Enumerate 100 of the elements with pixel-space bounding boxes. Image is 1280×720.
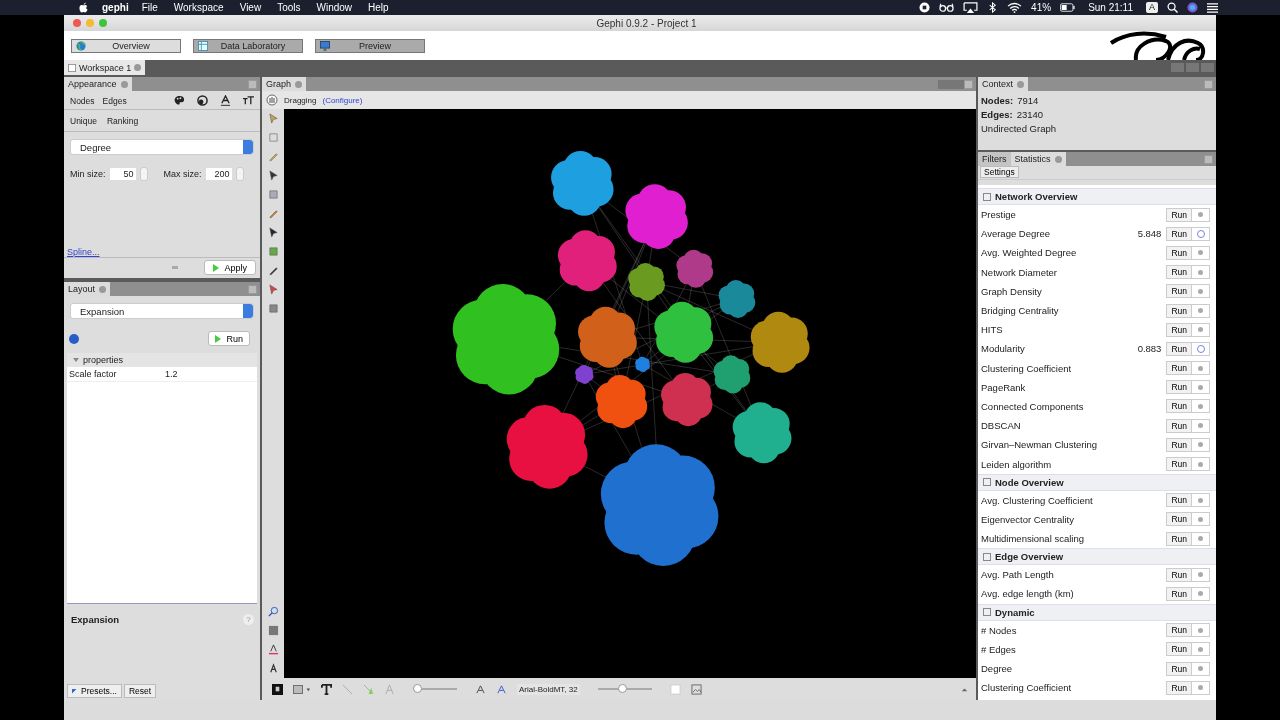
airplay-icon[interactable]	[963, 2, 979, 13]
palette-icon[interactable]	[174, 95, 185, 106]
collapse-icon[interactable]	[983, 478, 991, 487]
node-cluster[interactable]	[718, 279, 756, 319]
report-icon[interactable]	[1196, 229, 1205, 238]
node-cluster[interactable]	[628, 262, 665, 301]
zoom-button[interactable]	[99, 19, 107, 27]
menu-item[interactable]: Workspace	[173, 2, 224, 13]
collapse-icon[interactable]	[983, 552, 991, 561]
run-button[interactable]: Run	[1166, 226, 1192, 241]
image-icon[interactable]	[690, 683, 702, 695]
slider-thumb[interactable]	[413, 683, 422, 693]
node-cluster[interactable]	[551, 151, 614, 216]
wifi-icon[interactable]	[1007, 2, 1023, 13]
screenshot-icon[interactable]	[272, 683, 283, 695]
report-icon[interactable]	[1196, 344, 1205, 353]
image-dropdown-icon[interactable]	[293, 683, 311, 695]
run-button[interactable]: Run	[1166, 531, 1192, 546]
search-icon[interactable]	[1167, 2, 1178, 13]
font-icon[interactable]	[267, 663, 279, 674]
panel-tab[interactable]: Layout	[64, 282, 111, 296]
panel-tab[interactable]: Appearance	[64, 77, 132, 91]
run-button[interactable]: Run	[1166, 512, 1192, 527]
slider-thumb[interactable]	[617, 683, 627, 693]
run-button[interactable]: Run	[1166, 265, 1192, 280]
spline-link[interactable]: Spline...	[67, 247, 100, 257]
node-cluster[interactable]	[595, 374, 648, 429]
element-tab[interactable]: Edges	[102, 95, 127, 106]
collapse-icon[interactable]	[983, 192, 991, 201]
run-button[interactable]: Run	[1166, 418, 1192, 433]
close-icon[interactable]	[295, 80, 302, 88]
font-button[interactable]: Arial-BoldMT, 32	[517, 683, 580, 695]
apply-button[interactable]: Apply	[204, 260, 256, 275]
run-button[interactable]: Run	[1166, 680, 1192, 695]
panel-tab[interactable]: Graph	[262, 77, 306, 91]
mode-button[interactable]: Overview	[71, 38, 181, 53]
bluetooth-icon[interactable]	[987, 2, 999, 13]
run-button[interactable]: Run	[1166, 623, 1192, 638]
node-cluster[interactable]	[600, 444, 719, 566]
node-cluster[interactable]	[506, 404, 588, 489]
layout-dropdown[interactable]: Expansion	[70, 303, 254, 319]
run-button[interactable]: Run	[1166, 586, 1192, 601]
menu-item[interactable]: Help	[368, 2, 389, 13]
mode-tab[interactable]: Unique	[70, 116, 97, 126]
settings-button[interactable]: Settings	[980, 166, 1019, 178]
node-cluster[interactable]	[732, 402, 792, 464]
font-size-icon[interactable]	[475, 683, 486, 695]
text-icon[interactable]	[321, 683, 332, 695]
workspace-tab-label[interactable]: Workspace 1	[79, 62, 132, 73]
node-cluster[interactable]	[654, 301, 714, 363]
mode-tab[interactable]: Ranking	[106, 116, 139, 126]
configure-link[interactable]: (Configure)	[322, 95, 363, 105]
node-cluster[interactable]	[557, 230, 617, 292]
menu-item[interactable]: File	[141, 2, 158, 13]
hand-icon[interactable]	[266, 94, 278, 106]
record-icon[interactable]	[919, 2, 931, 13]
run-button[interactable]: Run	[1166, 457, 1192, 472]
run-button[interactable]: Run	[1166, 380, 1192, 395]
property-value[interactable]: 1.2	[165, 369, 178, 379]
close-icon[interactable]	[1017, 80, 1025, 88]
battery-icon[interactable]	[1060, 2, 1076, 13]
reset-button[interactable]: Reset	[123, 684, 157, 698]
panel-tab[interactable]: Filters	[978, 152, 1011, 166]
run-button[interactable]: Run	[1166, 245, 1192, 260]
info-icon[interactable]	[69, 333, 79, 344]
node-cluster[interactable]	[575, 364, 594, 384]
background-color-icon[interactable]	[267, 625, 279, 636]
apple-icon[interactable]	[79, 2, 88, 13]
run-button[interactable]: Run	[1166, 493, 1192, 508]
run-button[interactable]: Run	[1166, 207, 1192, 222]
close-icon[interactable]	[1054, 155, 1062, 163]
node-cluster[interactable]	[676, 249, 714, 288]
node-cluster[interactable]	[750, 311, 810, 373]
siri-icon[interactable]	[1187, 2, 1198, 13]
list-icon[interactable]	[1207, 2, 1218, 13]
drag-handle[interactable]	[172, 266, 179, 269]
input-source-indicator[interactable]: A	[1146, 2, 1158, 13]
mode-button[interactable]: Preview	[315, 38, 425, 53]
run-button[interactable]: Run	[208, 331, 250, 346]
node-cluster[interactable]	[452, 284, 560, 395]
run-button[interactable]: Run	[1166, 642, 1192, 657]
run-button[interactable]: Run	[1166, 361, 1192, 376]
font-color-icon[interactable]	[496, 683, 507, 695]
close-button[interactable]	[73, 19, 81, 27]
close-icon[interactable]	[134, 64, 142, 71]
node-cluster[interactable]	[635, 356, 650, 372]
presets-button[interactable]: Presets...	[67, 684, 122, 698]
collapse-icon[interactable]	[73, 358, 79, 362]
element-tab[interactable]: Nodes	[70, 95, 95, 106]
collapse-icon[interactable]	[983, 608, 991, 617]
node-cluster[interactable]	[578, 306, 637, 368]
font-color-icon[interactable]	[267, 644, 279, 655]
max-size-field[interactable]: 200	[205, 168, 232, 180]
edge-color-icon[interactable]	[363, 683, 374, 695]
run-button[interactable]: Run	[1166, 437, 1192, 452]
workspace-tab[interactable]: Workspace 1	[64, 60, 146, 75]
panel-tab[interactable]: Context	[978, 77, 1029, 91]
size-icon[interactable]	[197, 95, 208, 106]
label-size-icon[interactable]	[243, 95, 254, 106]
run-button[interactable]: Run	[1166, 284, 1192, 299]
